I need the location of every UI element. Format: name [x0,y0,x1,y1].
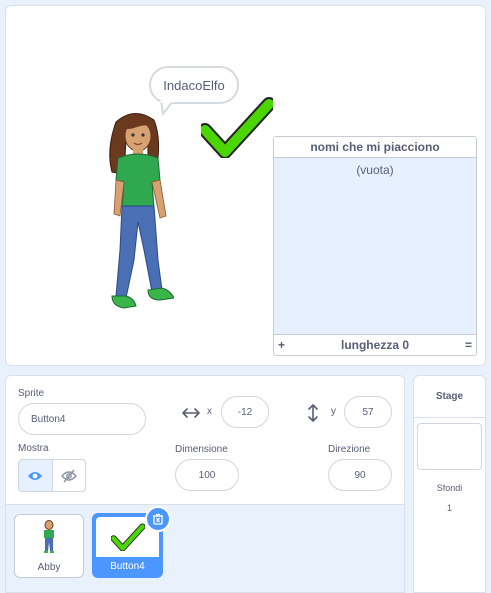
delete-sprite-button[interactable] [145,506,171,532]
direction-label: Direzione [328,444,371,455]
sprite-list: Abby Button4 [6,505,404,592]
sprite-tile-abby[interactable]: Abby [14,514,84,578]
show-label: Mostra [18,443,49,454]
sprite-pane: Sprite Button4 x -12 y 57 Mostra Dimensi… [5,375,405,593]
eye-icon [28,471,43,480]
abby-sprite[interactable] [104,110,174,318]
list-empty-text: (vuota) [356,163,394,177]
stage-thumbnail[interactable] [417,423,482,470]
y-position-icon [308,404,318,422]
trash-icon [153,513,163,525]
backdrops-count: 1 [446,503,452,513]
list-monitor[interactable]: nomi che mi piacciono (vuota) + lunghezz… [273,136,477,356]
stage-selector[interactable]: Stage Sfondi 1 [413,375,486,593]
sprite-name-input[interactable]: Button4 [18,403,146,435]
sprite-name-label: Sprite [18,388,45,399]
list-footer: + lunghezza 0 = [274,334,476,355]
eye-slash-icon [60,469,77,482]
size-label: Dimensione [175,444,228,455]
abby-thumbnail-icon [44,520,54,553]
sprite-tile-button4[interactable]: Button4 [92,506,171,578]
y-position-input[interactable]: 57 [344,396,392,428]
size-input[interactable]: 100 [175,459,239,491]
list-title: nomi che mi piacciono [274,137,476,158]
check-sprite[interactable] [201,96,273,158]
x-label: x [207,406,212,417]
list-resize-handle[interactable]: = [465,338,472,352]
show-sprite-button[interactable] [19,460,53,491]
show-toggle-group [18,459,86,492]
speech-bubble-text: IndacoElfo [163,77,225,93]
y-label: y [331,406,336,417]
stage-title: Stage [414,376,485,418]
list-add-button[interactable]: + [278,338,285,352]
sprite-info: Sprite Button4 x -12 y 57 Mostra Dimensi… [6,376,404,505]
check-thumbnail-icon [111,523,145,551]
list-length: lunghezza 0 [340,338,409,352]
x-position-input[interactable]: -12 [221,396,269,428]
sprite-tile-name: Abby [37,562,61,573]
sprite-tile-name: Button4 [110,561,145,572]
direction-input[interactable]: 90 [328,459,392,491]
x-position-icon [182,408,200,418]
stage-canvas[interactable]: IndacoElfo nomi che mi piacciono (vuota)… [5,5,486,366]
backdrops-label: Sfondi [436,483,463,493]
hide-sprite-button[interactable] [53,460,86,491]
